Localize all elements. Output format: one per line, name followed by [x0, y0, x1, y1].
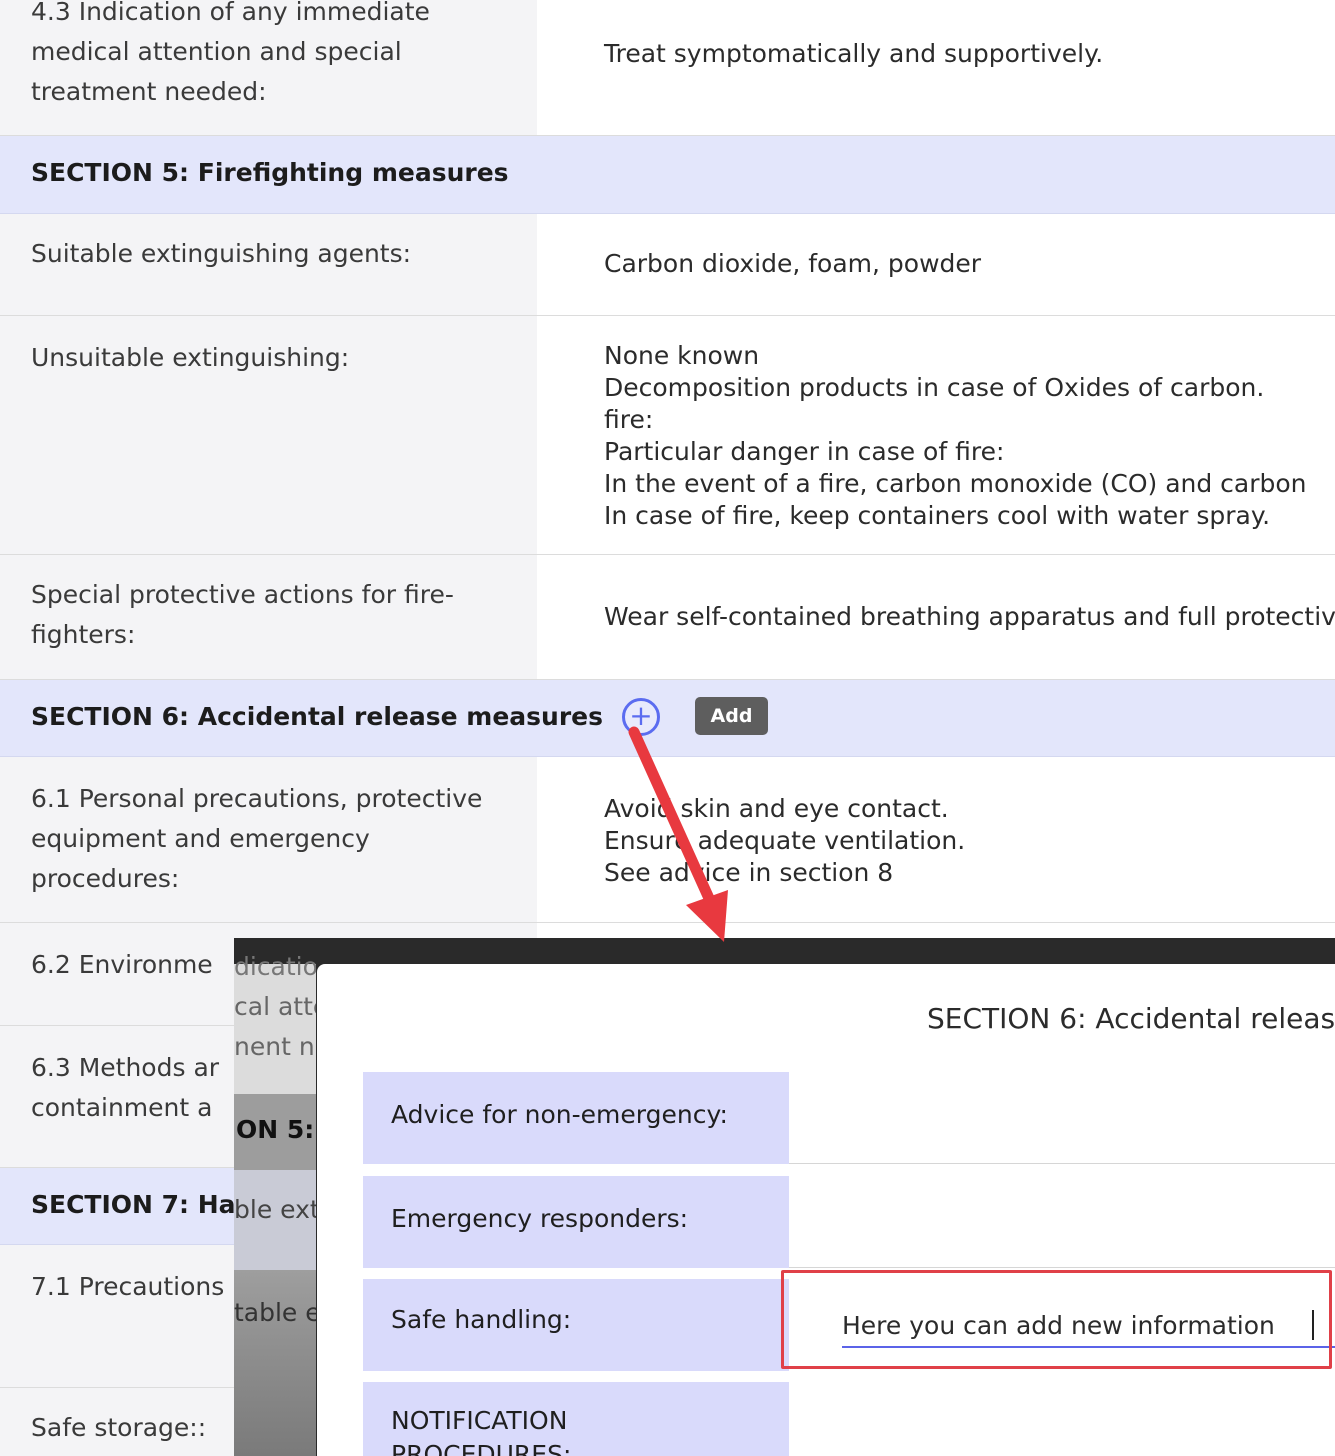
- section-title: SECTION 5: Firefighting measures: [31, 158, 509, 187]
- label-text: Suitable extinguishing agents:: [31, 239, 412, 268]
- row-label: Special protective actions for fire- fig…: [0, 555, 537, 679]
- row-value: Wear self-contained breathing apparatus …: [537, 555, 1335, 679]
- label-line: fighters:: [31, 620, 136, 649]
- row-unsuitable: Unsuitable extinguishing: None known Dec…: [0, 316, 1335, 555]
- label-line: Special protective actions for fire-: [31, 580, 454, 609]
- row-4-3: 4.3 Indication of any immediate medical …: [0, 0, 1335, 136]
- value-line: Ensure adequate ventilation.: [604, 826, 966, 855]
- label-text: Unsuitable extinguishing:: [31, 343, 350, 372]
- label-text: Safe storage::: [31, 1413, 207, 1442]
- field-label-text: Emergency responders:: [391, 1204, 689, 1233]
- value-line: None known: [604, 341, 760, 370]
- label-line: 4.3 Indication of any immediate: [31, 0, 430, 26]
- row-label: Unsuitable extinguishing:: [0, 316, 537, 554]
- value-text: Treat symptomatically and supportively.: [604, 39, 1104, 68]
- field-label-text: Safe handling:: [391, 1305, 572, 1334]
- add-tooltip-button[interactable]: Add: [695, 697, 768, 735]
- label-line: procedures:: [31, 864, 180, 893]
- value-text: Carbon dioxide, foam, powder: [604, 249, 982, 278]
- section-title: SECTION 6: Accidental release measures: [31, 702, 603, 731]
- row-label: 6.1 Personal precautions, protective equ…: [0, 757, 537, 922]
- value-line: fire:: [604, 405, 654, 434]
- value-line: Decomposition products in case of Oxides…: [604, 373, 1265, 402]
- ghost-text: table e: [234, 1298, 316, 1327]
- field-label-advice-non-emergency: Advice for non-emergency:: [363, 1072, 789, 1164]
- ghost-text: ble ext: [234, 1195, 316, 1224]
- value-line: Avoid skin and eye contact.: [604, 794, 949, 823]
- value-line: See advice in section 8: [604, 858, 894, 887]
- ghost-text: ON 5:: [236, 1115, 315, 1144]
- label-text: 7.1 Precautions: [31, 1272, 225, 1301]
- field-label-line: NOTIFICATION: [391, 1406, 568, 1435]
- add-section-modal: SECTION 6: Accidental release measures A…: [317, 964, 1335, 1456]
- label-line: equipment and emergency: [31, 824, 370, 853]
- field-divider: [789, 1163, 1335, 1164]
- value-line: In case of fire, keep containers cool wi…: [604, 501, 1271, 530]
- label-line: treatment needed:: [31, 77, 267, 106]
- section-5-header: SECTION 5: Firefighting measures: [0, 136, 1335, 214]
- label-text: 6.2 Environme: [31, 950, 213, 979]
- modal-title: SECTION 6: Accidental release measures: [927, 1002, 1335, 1035]
- section-title: SECTION 7: Ha: [31, 1190, 236, 1219]
- field-label-safe-handling: Safe handling:: [363, 1279, 789, 1371]
- row-value: Avoid skin and eye contact. Ensure adequ…: [537, 757, 1335, 922]
- field-label-text: Advice for non-emergency:: [391, 1100, 728, 1129]
- label-line: 6.1 Personal precautions, protective: [31, 784, 483, 813]
- field-label-emergency-responders: Emergency responders:: [363, 1176, 789, 1268]
- ghost-text: cal atte: [234, 992, 316, 1021]
- label-line: medical attention and special: [31, 37, 402, 66]
- value-line: In the event of a fire, carbon monoxide …: [604, 469, 1307, 498]
- ghost-text: dicatio: [234, 952, 316, 981]
- field-label-line: PROCEDURES:: [391, 1440, 572, 1456]
- ghost-text: nent n: [234, 1032, 315, 1061]
- row-value: Treat symptomatically and supportively.: [537, 0, 1335, 135]
- row-6-1: 6.1 Personal precautions, protective equ…: [0, 757, 1335, 923]
- row-label: Suitable extinguishing agents:: [0, 214, 537, 315]
- plus-circle-icon[interactable]: +: [622, 698, 660, 736]
- row-value: Carbon dioxide, foam, powder: [537, 214, 1335, 315]
- field-divider: [789, 1267, 1335, 1268]
- field-label-notification-procedures: NOTIFICATION PROCEDURES:: [363, 1382, 789, 1456]
- section-6-header: SECTION 6: Accidental release measures +…: [0, 680, 1335, 757]
- highlight-box: [781, 1270, 1332, 1369]
- row-suitable-agents: Suitable extinguishing agents: Carbon di…: [0, 214, 1335, 316]
- row-value: None known Decomposition products in cas…: [537, 316, 1335, 554]
- row-label: 4.3 Indication of any immediate medical …: [0, 0, 537, 135]
- ghost-strip: [234, 964, 316, 1094]
- value-line: Particular danger in case of fire:: [604, 437, 1005, 466]
- value-text: Wear self-contained breathing apparatus …: [604, 602, 1335, 631]
- row-special-protective: Special protective actions for fire- fig…: [0, 555, 1335, 680]
